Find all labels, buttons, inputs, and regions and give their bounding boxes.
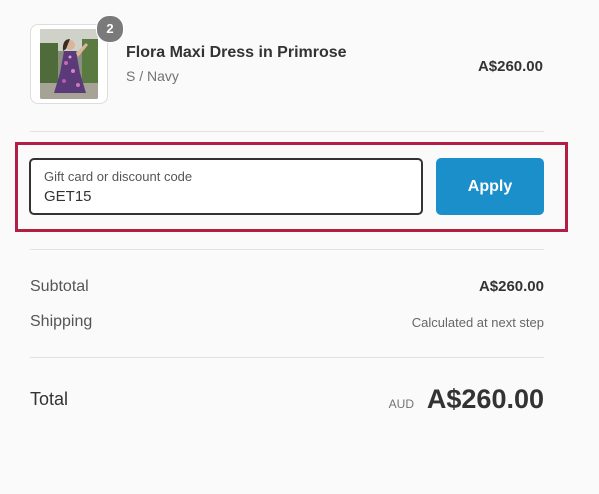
divider <box>30 249 544 250</box>
product-name: Flora Maxi Dress in Primrose <box>126 44 347 61</box>
product-price: A$260.00 <box>477 58 543 75</box>
subtotal-value: A$260.00 <box>478 278 544 295</box>
discount-field-value[interactable]: GET15 <box>44 188 92 205</box>
quantity-badge: 2 <box>96 15 124 43</box>
product-photo <box>40 29 98 99</box>
product-variant: S / Navy <box>126 68 179 84</box>
divider <box>30 131 544 132</box>
apply-button[interactable]: Apply <box>436 158 544 215</box>
total-amount: A$260.00 <box>426 384 544 414</box>
total-currency: AUD <box>388 397 414 411</box>
product-thumbnail: 2 <box>30 15 124 104</box>
divider <box>30 357 544 358</box>
discount-field-label: Gift card or discount code <box>44 169 193 184</box>
order-summary: 2 Flora Maxi Dress in Primrose S / Navy … <box>0 0 599 494</box>
total-label: Total <box>30 389 69 409</box>
dress-photo-icon <box>40 29 98 99</box>
shipping-value: Calculated at next step <box>411 315 544 330</box>
discount-code-input[interactable]: Gift card or discount code GET15 <box>29 158 423 215</box>
shipping-label: Shipping <box>30 313 93 330</box>
subtotal-label: Subtotal <box>30 278 89 295</box>
